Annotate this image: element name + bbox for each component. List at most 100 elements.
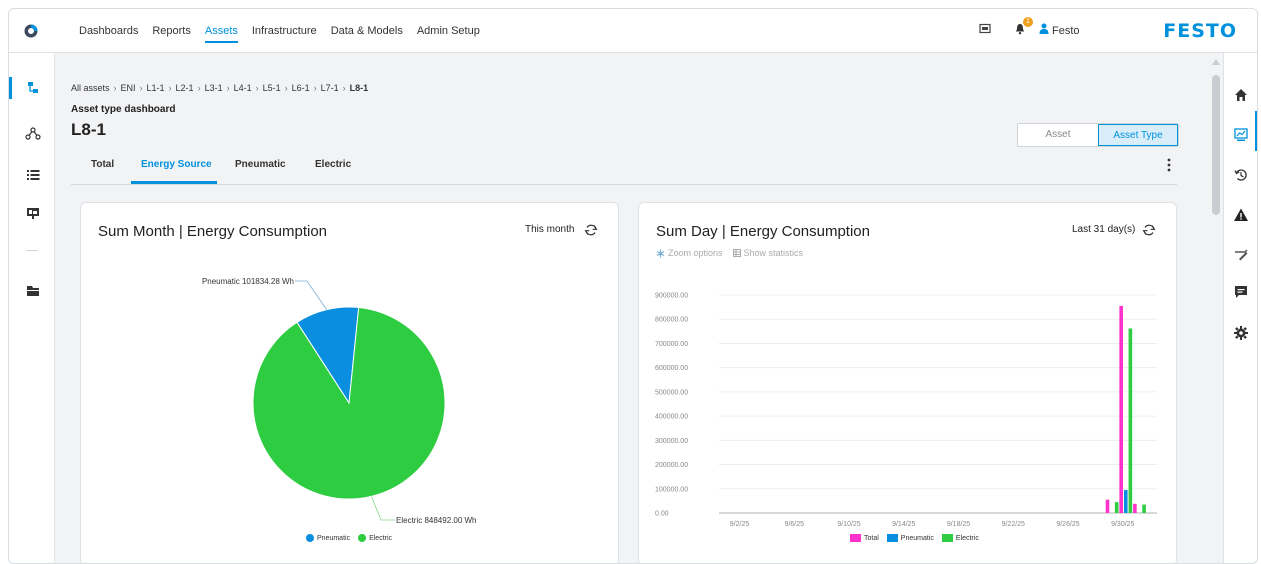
page-title: L8-1 bbox=[71, 120, 106, 139]
nav-assets[interactable]: Assets bbox=[204, 9, 238, 53]
comment-icon[interactable] bbox=[1233, 284, 1249, 300]
list-icon[interactable] bbox=[25, 167, 41, 183]
scrollbar[interactable] bbox=[1210, 53, 1222, 563]
active-tab-indicator bbox=[131, 181, 217, 184]
bar-electric[interactable] bbox=[1128, 328, 1133, 513]
asset-type-toggle: Asset Asset Type bbox=[1017, 123, 1179, 147]
tab-electric[interactable]: Electric bbox=[315, 157, 351, 185]
breadcrumb-separator: › bbox=[226, 83, 230, 93]
edit-icon[interactable] bbox=[1233, 246, 1249, 262]
tab-pneumatic[interactable]: Pneumatic bbox=[235, 157, 286, 185]
nav-reports[interactable]: Reports bbox=[152, 9, 191, 53]
nav-dashboards[interactable]: Dashboards bbox=[79, 9, 138, 53]
user-icon bbox=[1039, 23, 1049, 34]
legend-label: Electric bbox=[369, 534, 393, 542]
breadcrumb-separator: › bbox=[313, 83, 317, 93]
asset-toggle-button[interactable]: Asset bbox=[1018, 124, 1098, 146]
bar-total[interactable] bbox=[1133, 503, 1137, 513]
breadcrumb-separator: › bbox=[113, 83, 117, 93]
y-tick-label: 300000.00 bbox=[655, 438, 688, 445]
top-right-controls: 1 Festo FESTO bbox=[957, 9, 1257, 53]
breadcrumb-separator: › bbox=[197, 83, 201, 93]
legend-item-electric[interactable]: Electric bbox=[358, 534, 392, 542]
breadcrumb-item[interactable]: L1-1 bbox=[147, 83, 165, 93]
pie-leader-line bbox=[371, 496, 395, 521]
notification-badge: 1 bbox=[1023, 17, 1033, 27]
pie-chart: Pneumatic 101834.28 Wh Electric 848492.00… bbox=[202, 277, 477, 525]
legend-swatch bbox=[358, 534, 367, 542]
y-tick-label: 200000.00 bbox=[655, 462, 688, 469]
x-tick-label: 9/10/25 bbox=[837, 521, 860, 528]
breadcrumb-separator: › bbox=[168, 83, 172, 93]
bar-chart: 0.00 100000.00 200000.00 300000.00 400000.00… bbox=[655, 293, 1157, 528]
right-sidebar-active-indicator bbox=[1255, 111, 1257, 151]
breadcrumb-item[interactable]: L3-1 bbox=[205, 83, 223, 93]
y-tick-label: 800000.00 bbox=[655, 317, 688, 324]
y-tick-label: 900000.00 bbox=[655, 293, 688, 300]
nav-admin-setup[interactable]: Admin Setup bbox=[417, 9, 480, 53]
pie-legend: Pneumatic Electric bbox=[306, 534, 392, 542]
folder-icon[interactable] bbox=[25, 283, 41, 299]
more-options-icon[interactable] bbox=[1166, 157, 1172, 173]
breadcrumb-item[interactable]: L6-1 bbox=[292, 83, 310, 93]
x-tick-label: 9/2/25 bbox=[730, 521, 750, 528]
breadcrumb-separator: › bbox=[284, 83, 288, 93]
nav-data-models[interactable]: Data & Models bbox=[331, 9, 403, 53]
app-logo-icon[interactable] bbox=[23, 23, 39, 39]
top-bar: Dashboards Reports Assets Infrastructure… bbox=[9, 9, 1257, 53]
breadcrumb-item[interactable]: ENI bbox=[121, 83, 136, 93]
app-frame: Dashboards Reports Assets Infrastructure… bbox=[8, 8, 1258, 564]
notification-bell[interactable]: 1 bbox=[1015, 17, 1033, 38]
breadcrumb-item[interactable]: L5-1 bbox=[263, 83, 281, 93]
pie-leader-line bbox=[295, 280, 327, 310]
legend-item-total[interactable]: Total bbox=[850, 534, 879, 542]
nav-infrastructure[interactable]: Infrastructure bbox=[252, 9, 317, 53]
x-tick-label: 9/14/25 bbox=[892, 521, 915, 528]
bar-electric[interactable] bbox=[1114, 502, 1119, 513]
scroll-up-arrow-icon[interactable] bbox=[1212, 59, 1220, 65]
legend-item-electric[interactable]: Electric bbox=[941, 534, 979, 542]
left-sidebar-active-indicator bbox=[9, 77, 12, 99]
breadcrumb-item[interactable]: All assets bbox=[71, 83, 110, 93]
main-nav: Dashboards Reports Assets Infrastructure… bbox=[79, 9, 480, 53]
legend-item-pneumatic[interactable]: Pneumatic bbox=[306, 534, 350, 542]
x-tick-label: 9/18/25 bbox=[947, 521, 970, 528]
asset-type-toggle-button[interactable]: Asset Type bbox=[1098, 124, 1178, 146]
presentation-icon[interactable] bbox=[25, 205, 41, 221]
warning-icon[interactable] bbox=[1233, 207, 1249, 223]
home-icon[interactable] bbox=[1233, 87, 1249, 103]
brand-logo: FESTO bbox=[1163, 20, 1237, 42]
breadcrumb-item[interactable]: L2-1 bbox=[176, 83, 194, 93]
network-icon[interactable] bbox=[25, 126, 41, 142]
x-tick-label: 9/30/25 bbox=[1111, 521, 1134, 528]
legend-item-pneumatic[interactable]: Pneumatic bbox=[886, 534, 934, 542]
tab-bar: Total Energy Source Pneumatic Electric bbox=[71, 157, 1177, 185]
sidebar-divider bbox=[26, 250, 38, 251]
monitor-icon[interactable] bbox=[979, 23, 991, 35]
bar-total[interactable] bbox=[1119, 305, 1123, 513]
legend-label: Pneumatic bbox=[900, 534, 934, 542]
user-menu[interactable]: Festo bbox=[1052, 9, 1080, 53]
y-tick-label: 700000.00 bbox=[655, 341, 688, 348]
x-tick-label: 9/6/25 bbox=[785, 521, 805, 528]
y-tick-label: 600000.00 bbox=[655, 365, 688, 372]
legend-label: Pneumatic bbox=[317, 534, 351, 542]
legend-swatch bbox=[850, 534, 861, 542]
breadcrumb-current: L8-1 bbox=[349, 83, 369, 93]
bar-total[interactable] bbox=[1105, 499, 1110, 513]
bar-legend: Total Pneumatic Electric bbox=[850, 534, 979, 542]
bar-pneumatic[interactable] bbox=[1123, 489, 1128, 513]
tab-total[interactable]: Total bbox=[91, 157, 114, 185]
settings-gear-icon[interactable] bbox=[1233, 325, 1249, 341]
bar-electric[interactable] bbox=[1142, 504, 1146, 513]
breadcrumb-item[interactable]: L7-1 bbox=[321, 83, 339, 93]
y-tick-label: 500000.00 bbox=[655, 389, 688, 396]
dashboard-icon[interactable] bbox=[1233, 127, 1249, 143]
asset-tree-icon[interactable] bbox=[25, 80, 41, 96]
card-sum-month: Sum Month | Energy Consumption This mont… bbox=[80, 202, 619, 563]
history-icon[interactable] bbox=[1233, 167, 1249, 183]
y-tick-label: 100000.00 bbox=[655, 486, 688, 493]
scroll-thumb[interactable] bbox=[1212, 75, 1220, 215]
breadcrumb-item[interactable]: L4-1 bbox=[234, 83, 252, 93]
legend-swatch bbox=[941, 534, 953, 542]
